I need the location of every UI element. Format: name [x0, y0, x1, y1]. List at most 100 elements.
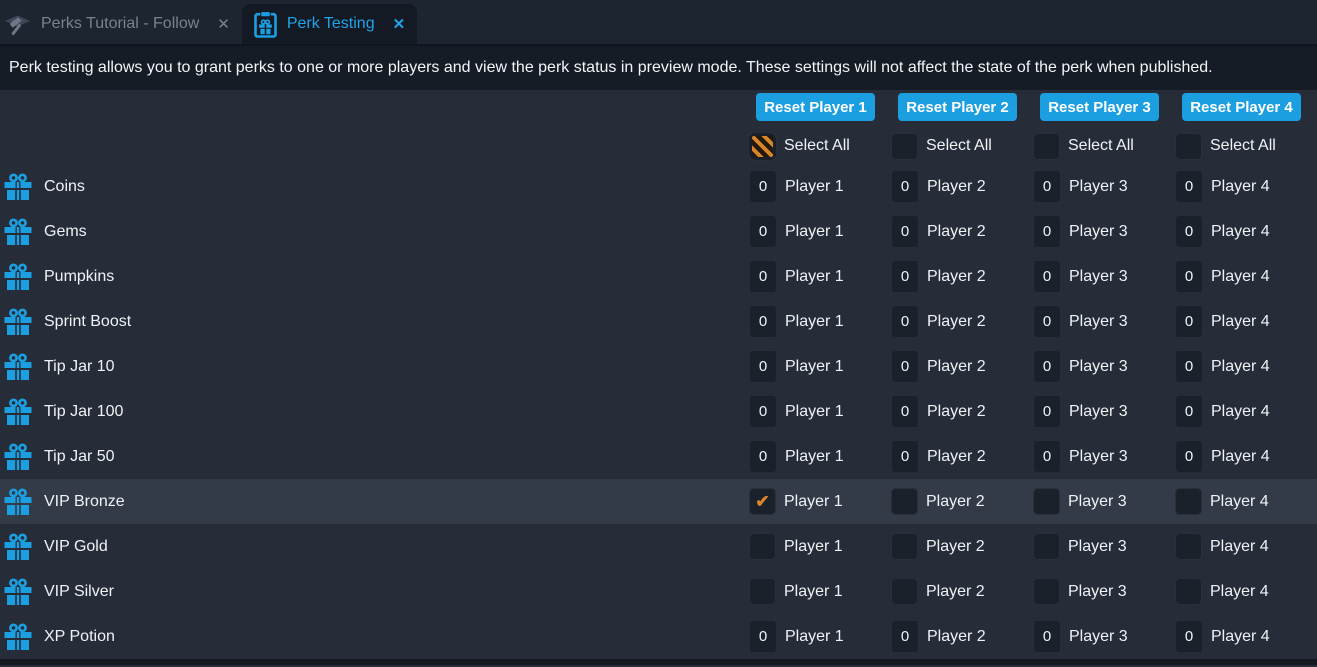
perk-row[interactable]: XP Potion Player 1 Player 2 Player 3 Pla…: [0, 614, 1317, 659]
perk-player-cell: Player 4: [1175, 395, 1317, 428]
perk-row[interactable]: Sprint Boost Player 1 Player 2 Player 3 …: [0, 299, 1317, 344]
player-label: Player 2: [927, 448, 986, 466]
tab-perk-testing[interactable]: Perk Testing ✕: [242, 4, 417, 44]
select-all-checkbox[interactable]: [1033, 133, 1060, 160]
perk-amount-input[interactable]: [749, 215, 777, 248]
select-all-checkbox[interactable]: [749, 133, 776, 160]
perk-player-cell: Player 3: [1033, 620, 1175, 653]
perk-amount-input[interactable]: [891, 215, 919, 248]
reset-player-button[interactable]: Reset Player 1: [756, 93, 875, 121]
perk-row[interactable]: Tip Jar 100 Player 1 Player 2 Player 3 P…: [0, 389, 1317, 434]
perk-checkbox[interactable]: [749, 578, 776, 605]
perk-checkbox[interactable]: [891, 578, 918, 605]
perk-row[interactable]: Tip Jar 10 Player 1 Player 2 Player 3 Pl…: [0, 344, 1317, 389]
perk-amount-input[interactable]: [891, 620, 919, 653]
perk-amount-input[interactable]: [1033, 395, 1061, 428]
close-icon[interactable]: ✕: [217, 17, 230, 32]
perk-amount-input[interactable]: [1175, 305, 1203, 338]
select-all-cell: Select All: [1175, 133, 1317, 160]
perk-amount-input[interactable]: [1033, 305, 1061, 338]
perk-amount-input[interactable]: [749, 305, 777, 338]
perk-amount-input[interactable]: [749, 440, 777, 473]
perk-label-wrap: XP Potion: [0, 623, 749, 651]
perk-checkbox[interactable]: [1175, 488, 1202, 515]
gift-icon: [4, 443, 32, 471]
perk-row[interactable]: Gems Player 1 Player 2 Player 3 Player 4: [0, 209, 1317, 254]
perk-amount-input[interactable]: [749, 620, 777, 653]
perk-amount-input[interactable]: [1033, 440, 1061, 473]
perk-label-wrap: Gems: [0, 218, 749, 246]
gift-icon: [4, 488, 32, 516]
gift-icon: [4, 578, 32, 606]
player-label: Player 1: [785, 223, 844, 241]
perk-amount-input[interactable]: [1175, 620, 1203, 653]
perk-amount-input[interactable]: [1033, 620, 1061, 653]
perk-row[interactable]: VIP Silver Player 1 Player 2 Player 3 Pl…: [0, 569, 1317, 614]
perk-amount-input[interactable]: [891, 440, 919, 473]
reset-player-button[interactable]: Reset Player 3: [1040, 93, 1159, 121]
perk-player-cell: Player 3: [1033, 215, 1175, 248]
perk-player-cell: Player 1: [749, 620, 891, 653]
perk-amount-input[interactable]: [1033, 170, 1061, 203]
player-label: Player 2: [927, 403, 986, 421]
perk-player-cell: Player 3: [1033, 440, 1175, 473]
tab-perks-tutorial[interactable]: Perks Tutorial - Follow ✕: [0, 4, 242, 44]
perk-amount-input[interactable]: [1033, 260, 1061, 293]
perk-amount-input[interactable]: [891, 305, 919, 338]
select-all-checkbox[interactable]: [891, 133, 918, 160]
perk-amount-input[interactable]: [1175, 350, 1203, 383]
player-label: Player 2: [927, 313, 986, 331]
perk-checkbox[interactable]: [1175, 578, 1202, 605]
perk-checkbox[interactable]: [749, 533, 776, 560]
perk-amount-input[interactable]: [749, 350, 777, 383]
reset-player-button[interactable]: Reset Player 4: [1182, 93, 1301, 121]
perk-amount-input[interactable]: [891, 350, 919, 383]
player-label: Player 3: [1068, 583, 1127, 601]
perk-amount-input[interactable]: [749, 170, 777, 203]
perk-amount-input[interactable]: [749, 395, 777, 428]
perk-player-cell: Player 4: [1175, 440, 1317, 473]
perk-checkbox[interactable]: [1175, 533, 1202, 560]
reset-player-button[interactable]: Reset Player 2: [898, 93, 1017, 121]
perk-amount-input[interactable]: [1175, 215, 1203, 248]
perk-row[interactable]: Pumpkins Player 1 Player 2 Player 3 Play…: [0, 254, 1317, 299]
perk-player-cell: Player 1: [749, 215, 891, 248]
perk-player-cell: Player 3: [1033, 260, 1175, 293]
perk-amount-input[interactable]: [1175, 170, 1203, 203]
perk-checkbox[interactable]: [1033, 533, 1060, 560]
player-label: Player 1: [785, 448, 844, 466]
perk-player-cell: Player 1: [749, 305, 891, 338]
perk-player-cell: Player 4: [1175, 170, 1317, 203]
perk-label-wrap: VIP Bronze: [0, 488, 749, 516]
perk-player-cell: Player 2: [891, 170, 1033, 203]
perk-row[interactable]: VIP Bronze Player 1 Player 2 Player 3 Pl…: [0, 479, 1317, 524]
perk-amount-input[interactable]: [1033, 350, 1061, 383]
select-all-label: Select All: [784, 137, 850, 155]
perk-amount-input[interactable]: [891, 170, 919, 203]
player-label: Player 4: [1211, 268, 1270, 286]
perk-row[interactable]: Tip Jar 50 Player 1 Player 2 Player 3 Pl…: [0, 434, 1317, 479]
perk-checkbox[interactable]: [749, 488, 776, 515]
close-icon[interactable]: ✕: [393, 17, 406, 32]
perk-player-cell: Player 1: [749, 350, 891, 383]
perk-checkbox[interactable]: [891, 488, 918, 515]
perk-amount-input[interactable]: [1175, 440, 1203, 473]
perk-amount-input[interactable]: [891, 395, 919, 428]
player-label: Player 3: [1069, 628, 1128, 646]
perk-checkbox[interactable]: [891, 533, 918, 560]
perk-label-wrap: Tip Jar 10: [0, 353, 749, 381]
perk-amount-input[interactable]: [1175, 395, 1203, 428]
perk-row[interactable]: Coins Player 1 Player 2 Player 3 Player …: [0, 164, 1317, 209]
perk-amount-input[interactable]: [1033, 215, 1061, 248]
perk-name: Tip Jar 50: [44, 448, 115, 466]
player-label: Player 2: [927, 223, 986, 241]
tab-label: Perk Testing: [287, 15, 375, 33]
perk-checkbox[interactable]: [1033, 578, 1060, 605]
select-all-checkbox[interactable]: [1175, 133, 1202, 160]
perk-amount-input[interactable]: [1175, 260, 1203, 293]
perk-amount-input[interactable]: [891, 260, 919, 293]
perk-row[interactable]: VIP Gold Player 1 Player 2 Player 3 Play…: [0, 524, 1317, 569]
perk-checkbox[interactable]: [1033, 488, 1060, 515]
perk-amount-input[interactable]: [749, 260, 777, 293]
perk-name: Coins: [44, 178, 85, 196]
